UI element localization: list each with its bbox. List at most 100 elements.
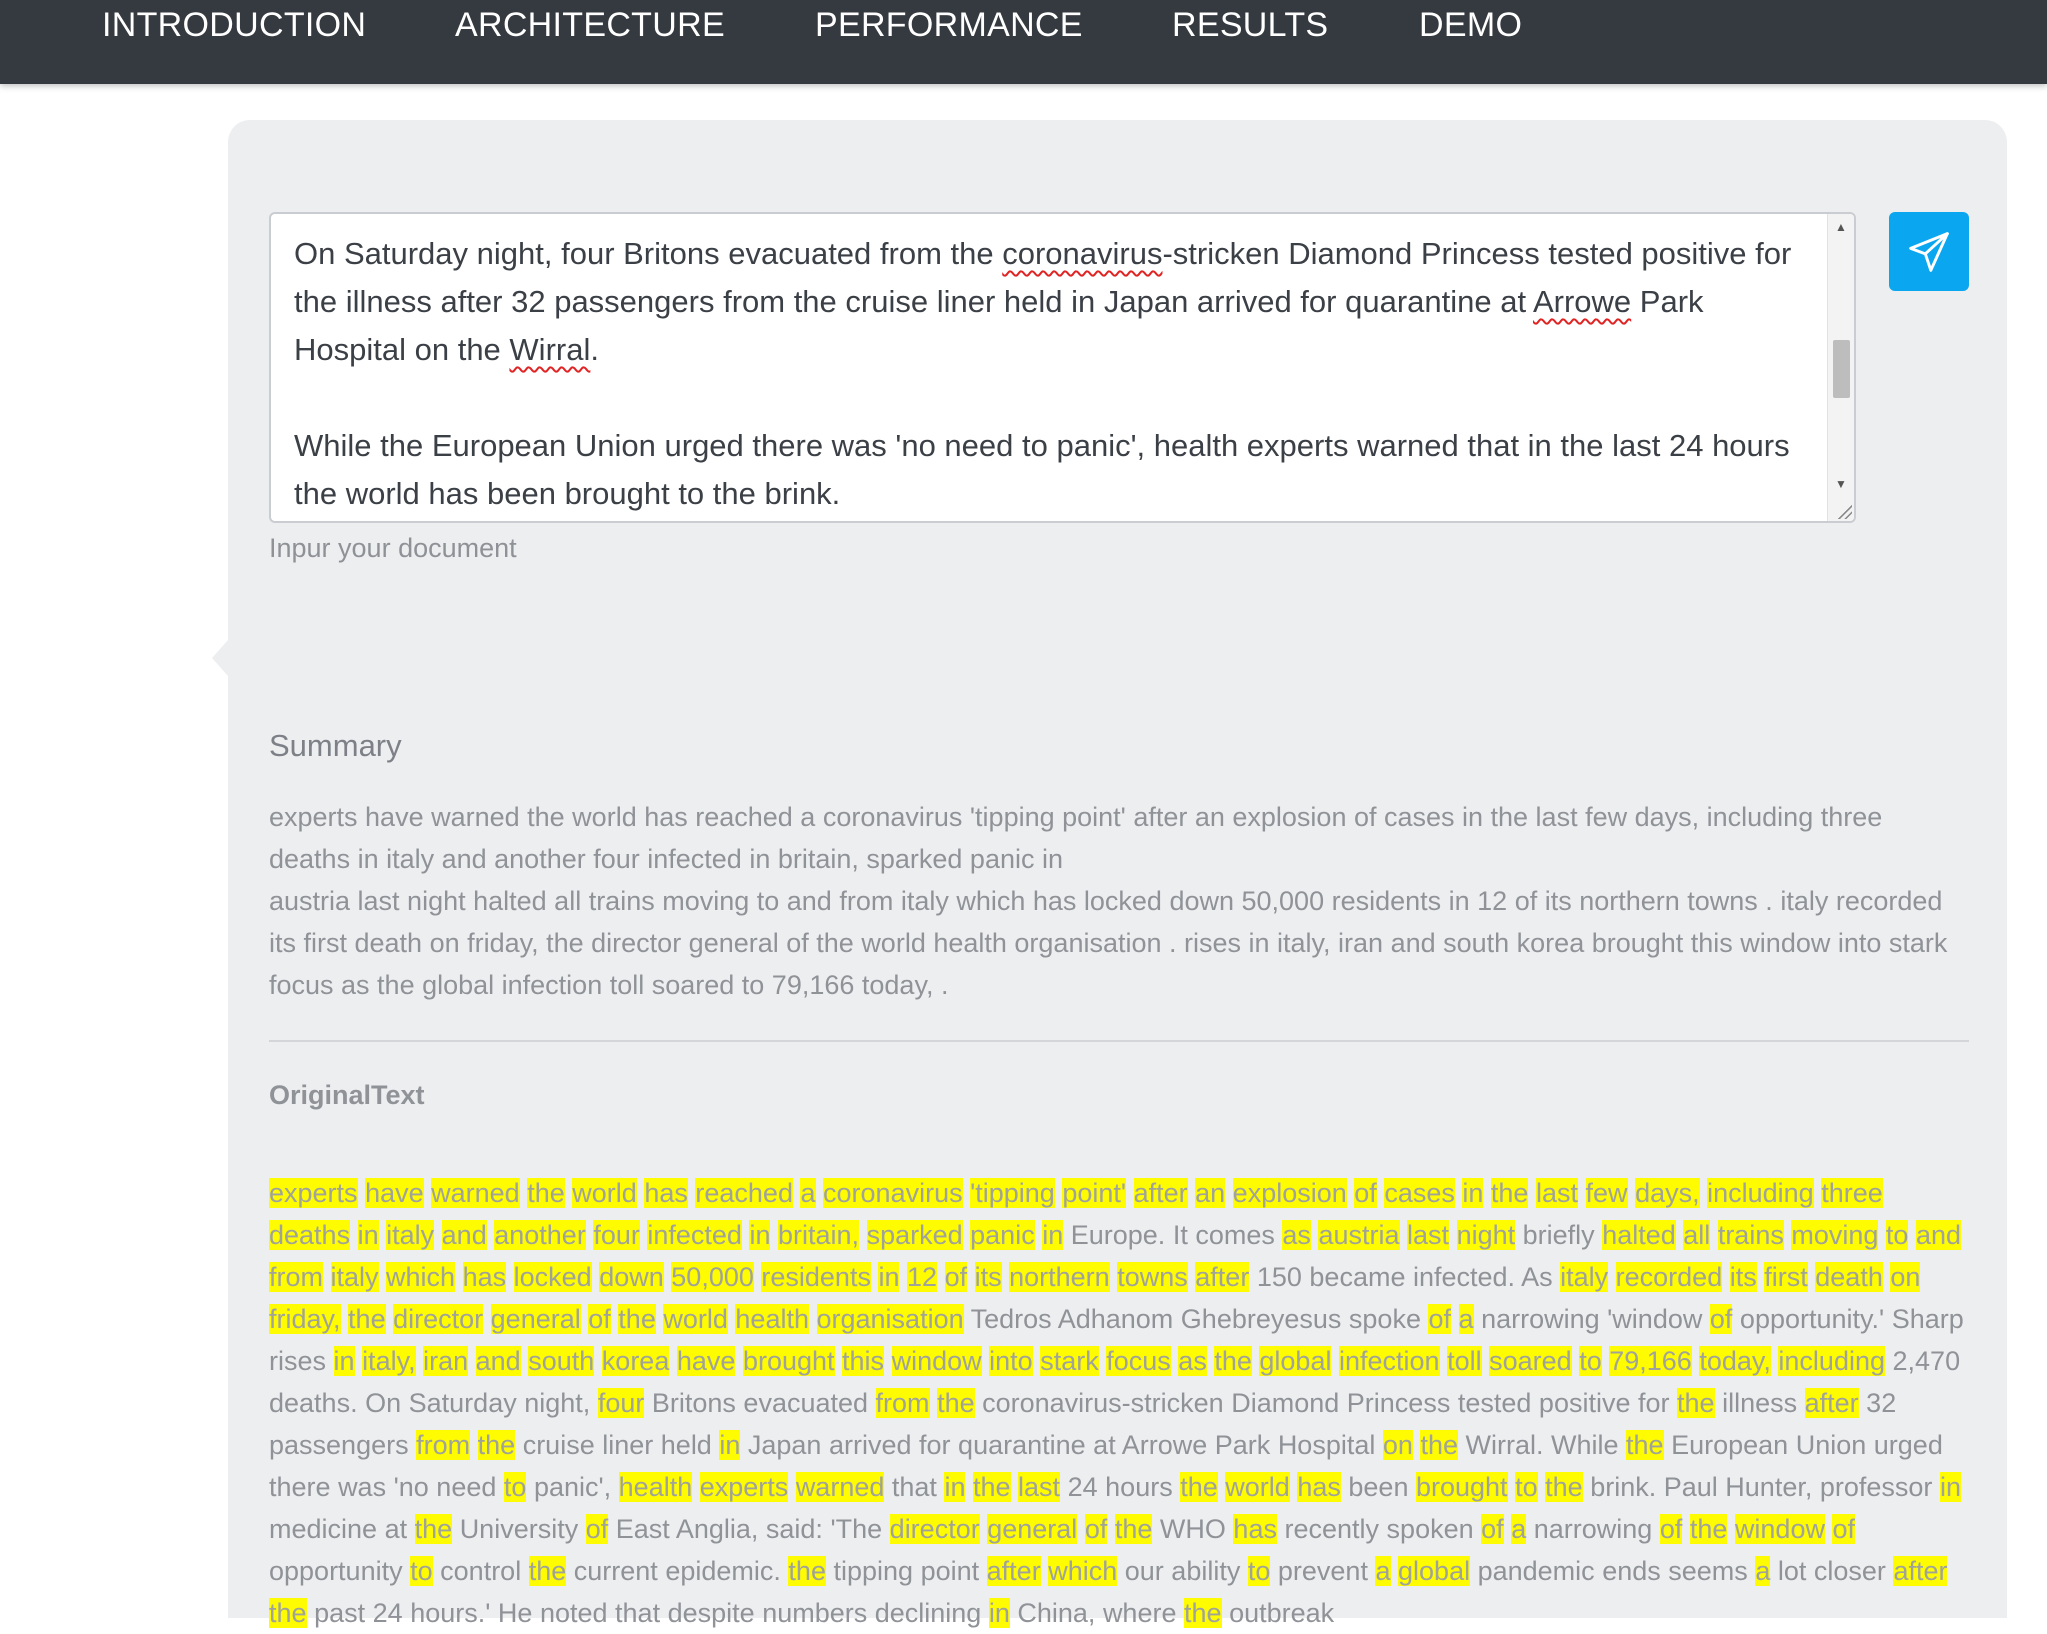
submit-document-button[interactable] <box>1889 212 1969 291</box>
nav-item-demo[interactable]: DEMO <box>1419 0 1522 50</box>
word: became <box>1309 1262 1406 1292</box>
word: seems <box>1668 1556 1748 1586</box>
highlighted-word: as <box>1178 1346 1207 1376</box>
highlighted-word: brought <box>742 1346 835 1376</box>
highlighted-word: of <box>1832 1514 1856 1544</box>
highlighted-word: its <box>1729 1262 1757 1292</box>
resize-handle[interactable] <box>1836 503 1852 519</box>
document-paragraph-1: On Saturday night, four Britons evacuate… <box>294 230 1824 374</box>
highlighted-word: the <box>618 1304 656 1334</box>
word: control <box>440 1556 522 1586</box>
arrow-up-icon[interactable]: ▲ <box>1828 220 1854 234</box>
highlighted-word: and <box>441 1220 487 1250</box>
highlighted-word: has <box>1233 1514 1277 1544</box>
nav-item-architecture[interactable]: ARCHITECTURE <box>455 0 725 50</box>
word: there <box>269 1472 331 1502</box>
word: comes <box>1195 1220 1275 1250</box>
word: Europe. <box>1070 1220 1166 1250</box>
highlighted-word: the <box>269 1598 307 1628</box>
word: past <box>314 1598 366 1628</box>
highlighted-word: the <box>477 1430 516 1460</box>
nav-item-introduction[interactable]: INTRODUCTION <box>102 0 366 50</box>
highlighted-word: of <box>1481 1514 1504 1544</box>
word: epidemic. <box>665 1556 781 1586</box>
word: evacuated <box>743 1388 869 1418</box>
highlighted-word: of <box>944 1262 968 1292</box>
highlighted-word: first <box>1764 1262 1808 1292</box>
highlighted-word: to <box>1515 1472 1538 1502</box>
highlighted-word: have <box>676 1346 736 1376</box>
word: 32 <box>1866 1388 1897 1418</box>
arrow-down-icon[interactable]: ▼ <box>1828 477 1854 491</box>
nav-item-performance[interactable]: PERFORMANCE <box>815 0 1083 50</box>
highlighted-word: all <box>1683 1220 1711 1250</box>
textarea-scrollbar[interactable]: ▲ ▼ <box>1827 214 1854 521</box>
highlighted-word: iran <box>423 1346 469 1376</box>
highlighted-word: experts <box>699 1472 789 1502</box>
highlighted-word: italy <box>1560 1262 1609 1292</box>
word: noted <box>539 1598 608 1628</box>
word: declining <box>874 1598 982 1628</box>
highlighted-word: night <box>1456 1220 1516 1250</box>
word: Britons <box>651 1388 736 1418</box>
highlighted-word: director <box>393 1304 484 1334</box>
highlighted-word: the <box>1626 1430 1664 1460</box>
word: On <box>365 1388 402 1418</box>
highlighted-word: of <box>1354 1178 1377 1208</box>
highlighted-word: the <box>937 1388 975 1418</box>
highlighted-word: of <box>585 1514 609 1544</box>
highlighted-word: recorded <box>1615 1262 1723 1292</box>
original-text-title: OriginalText <box>269 1080 425 1110</box>
word: Japan <box>747 1430 822 1460</box>
word: 'The <box>830 1514 883 1544</box>
word: numbers <box>762 1598 868 1628</box>
nav-item-results[interactable]: RESULTS <box>1172 0 1328 50</box>
word: WHO <box>1159 1514 1226 1544</box>
word: ends <box>1602 1556 1661 1586</box>
word: infected. <box>1412 1262 1516 1292</box>
scrollbar-thumb[interactable] <box>1833 340 1850 398</box>
highlighted-word: in <box>878 1262 900 1292</box>
highlighted-word: this <box>842 1346 885 1376</box>
word: deaths. <box>269 1388 358 1418</box>
highlighted-word: brought <box>1415 1472 1508 1502</box>
highlighted-word: health <box>618 1472 693 1502</box>
highlighted-word: trains <box>1717 1220 1784 1250</box>
highlighted-word: including <box>1778 1346 1885 1376</box>
word: medicine <box>269 1514 378 1544</box>
word: quarantine <box>958 1430 1086 1460</box>
misspelled-word: Wirral <box>509 332 591 367</box>
highlighted-word: last <box>1535 1178 1578 1208</box>
highlighted-word: on <box>1890 1262 1921 1292</box>
page-content: On Saturday night, four Britons evacuate… <box>10 84 2047 1628</box>
document-textarea[interactable]: On Saturday night, four Britons evacuate… <box>269 212 1856 523</box>
word: Princess <box>1346 1388 1451 1418</box>
highlighted-word: after <box>1133 1178 1188 1208</box>
highlighted-word: the <box>1184 1598 1222 1628</box>
highlighted-word: focus <box>1106 1346 1171 1376</box>
misspelled-word: Arrowe <box>1532 284 1632 319</box>
highlighted-word: after <box>1195 1262 1250 1292</box>
highlighted-word: on <box>1382 1430 1413 1460</box>
highlighted-word: experts <box>269 1178 358 1208</box>
word: hours <box>1105 1472 1173 1502</box>
top-navbar: INTRODUCTION ARCHITECTURE PERFORMANCE RE… <box>0 0 2047 84</box>
highlighted-word: global <box>1259 1346 1332 1376</box>
highlighted-word: infected <box>647 1220 742 1250</box>
highlighted-word: into <box>989 1346 1033 1376</box>
highlighted-word: italy <box>386 1220 435 1250</box>
highlighted-word: warned <box>795 1472 885 1502</box>
word: Union <box>1795 1430 1867 1460</box>
word: night, <box>524 1388 591 1418</box>
highlighted-word: the <box>1490 1178 1529 1208</box>
word: Hospital <box>1277 1430 1376 1460</box>
highlighted-word: from <box>269 1262 323 1292</box>
highlighted-word: an <box>1195 1178 1226 1208</box>
highlighted-word: few <box>1585 1178 1628 1208</box>
highlighted-word: 'tipping <box>970 1178 1055 1208</box>
highlighted-word: northern <box>1009 1262 1110 1292</box>
highlighted-word: the <box>972 1472 1011 1502</box>
highlighted-word: to <box>503 1472 527 1502</box>
document-textarea-content[interactable]: On Saturday night, four Britons evacuate… <box>294 230 1824 518</box>
word: narrowing <box>1533 1514 1653 1544</box>
